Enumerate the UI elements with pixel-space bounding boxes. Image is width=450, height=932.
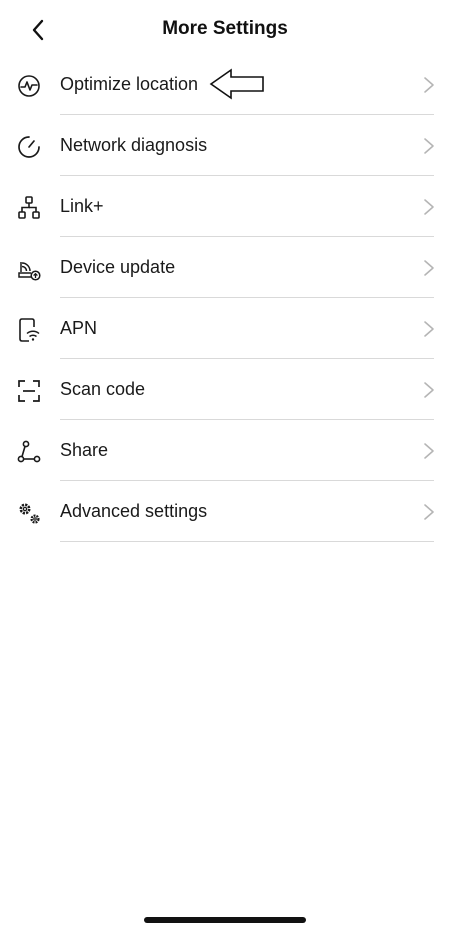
network-topology-icon [14,193,44,223]
menu-item-label: APN [60,318,98,338]
settings-menu-list: Optimize location Network diagnosis Link… [0,54,450,542]
chevron-right-icon [424,260,434,276]
home-indicator[interactable] [144,917,306,923]
router-update-icon [14,254,44,284]
menu-item-label: Share [60,440,109,460]
menu-item-link-plus[interactable]: Link+ [0,176,450,237]
menu-item-optimize-location[interactable]: Optimize location [0,54,450,115]
diagnosis-gauge-icon [14,132,44,162]
menu-item-label: Optimize location [60,74,199,94]
chevron-right-icon [424,138,434,154]
chevron-right-icon [424,504,434,520]
gears-icon [14,498,44,528]
navigation-bar: More Settings [0,0,450,60]
menu-item-device-update[interactable]: Device update [0,237,450,298]
divider [60,541,434,542]
menu-item-label: Link+ [60,196,104,216]
menu-item-advanced-settings[interactable]: Advanced settings [0,481,450,542]
menu-item-share[interactable]: Share [0,420,450,481]
menu-item-label: Device update [60,257,176,277]
chevron-right-icon [424,443,434,459]
chevron-right-icon [424,199,434,215]
menu-item-label: Network diagnosis [60,135,208,155]
menu-item-scan-code[interactable]: Scan code [0,359,450,420]
menu-item-network-diagnosis[interactable]: Network diagnosis [0,115,450,176]
menu-item-apn[interactable]: APN [0,298,450,359]
page-title: More Settings [162,18,288,39]
scan-frame-icon [14,376,44,406]
chevron-right-icon [424,321,434,337]
chevron-right-icon [424,382,434,398]
share-nodes-icon [14,437,44,467]
phone-wifi-icon [14,315,44,345]
chevron-right-icon [424,77,434,93]
signal-wave-icon [14,71,44,101]
left-arrow-annotation-icon [209,68,264,100]
menu-item-label: Advanced settings [60,501,208,521]
menu-item-label: Scan code [60,379,146,399]
